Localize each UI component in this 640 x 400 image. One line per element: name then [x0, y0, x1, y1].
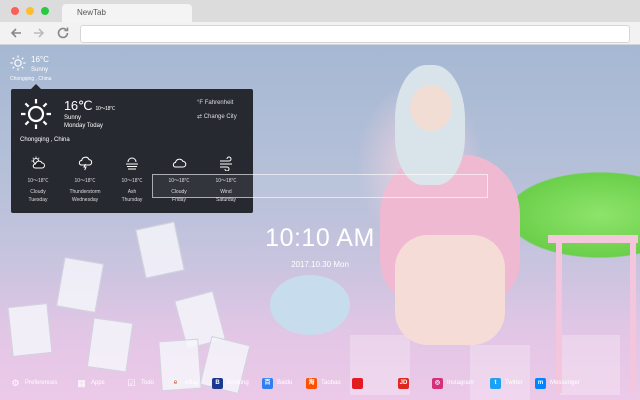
forecast-range: 10～18℃ — [74, 178, 96, 184]
current-temperature: 16°C — [31, 55, 49, 64]
jd-icon: JD — [398, 378, 409, 389]
dock-item-label: Instagram — [447, 380, 474, 386]
forecast-day-name: Wednesday — [71, 197, 99, 203]
search-input[interactable] — [152, 174, 488, 198]
current-location: Chongqing , China — [10, 76, 52, 82]
wind-icon — [220, 156, 232, 171]
arrow-left-icon — [10, 28, 21, 38]
forecast-day: 10～18℃ Cloudy Tuesday — [18, 155, 58, 203]
change-city-link[interactable]: ⇄ Change City — [197, 113, 237, 120]
sun-icon — [21, 99, 51, 129]
plush-toy — [270, 275, 350, 335]
apps-grid-icon: ▦ — [77, 378, 86, 388]
ebay-icon: e — [170, 378, 181, 389]
cloudy-day-icon — [31, 156, 45, 169]
forecast-condition: Ash — [127, 189, 137, 195]
browser-titlebar: NewTab — [0, 0, 640, 23]
address-bar[interactable] — [80, 25, 630, 43]
dock-item-label: Todo — [141, 380, 155, 386]
gear-icon: ⚙ — [11, 378, 20, 388]
forecast-day: 10～18℃ Thunderstorm Wednesday — [65, 155, 105, 203]
arrow-right-icon — [34, 28, 45, 38]
dock-item-label: eBay — [185, 380, 199, 386]
forecast-condition: Cloudy — [30, 189, 46, 195]
panel-temp-range: 10～18℃ — [95, 106, 115, 112]
dock-item-label: Messenger — [550, 380, 580, 386]
clock-date: 2017.10.30 Mon — [291, 260, 349, 269]
dock-item-label: Booking — [227, 380, 249, 386]
browser-toolbar — [0, 22, 640, 45]
dock-item-label: Apps — [91, 380, 105, 386]
figure-face — [410, 85, 452, 131]
forecast-range: 10～18℃ — [121, 178, 143, 184]
forecast-condition: Thunderstorm — [69, 189, 101, 195]
dock-item-label: Baidu — [277, 380, 293, 386]
popup-caret — [31, 84, 41, 89]
panel-day: Monday Today — [64, 123, 103, 129]
maximize-window-button[interactable] — [41, 7, 49, 15]
dock-item-label: Taobao — [321, 380, 341, 386]
panel-temperature: 16℃ 10～18℃ — [64, 98, 115, 114]
panel-temp-value: 16℃ — [64, 98, 93, 113]
fahrenheit-toggle[interactable]: °F Fahrenheit — [197, 100, 233, 106]
forecast-day-name: Tuesday — [28, 197, 48, 203]
sun-icon — [10, 55, 26, 71]
photo-card — [86, 317, 134, 373]
twitter-icon: t — [490, 378, 501, 389]
red-app-icon — [352, 378, 363, 389]
forecast-day: 10～18℃ Ash Thursday — [112, 155, 152, 203]
current-condition: Sunny — [31, 67, 49, 73]
ash-icon — [126, 157, 138, 170]
booking-icon: B — [212, 378, 223, 389]
todo-icon: ☑ — [127, 378, 136, 388]
dock-item-label: Preferences — [25, 380, 58, 386]
baidu-icon: 百 — [262, 378, 273, 389]
close-window-button[interactable] — [11, 7, 19, 15]
bottom-dock: ⚙ Preferences ▦ Apps ☑ Todo e eBay B Booking 百 Baid… — [0, 371, 640, 397]
panel-condition: Sunny — [64, 115, 82, 121]
forecast-range: 10～18℃ — [27, 178, 49, 184]
browser-tab[interactable]: NewTab — [62, 4, 192, 22]
thunderstorm-icon — [78, 156, 93, 171]
minimize-window-button[interactable] — [26, 7, 34, 15]
panel-location: Chongqing , China — [20, 137, 70, 143]
messenger-icon: m — [535, 378, 546, 389]
forecast-day-name: Thursday — [121, 197, 143, 203]
forward-button[interactable] — [31, 25, 47, 41]
taobao-icon: 淘 — [306, 378, 317, 389]
reload-button[interactable] — [55, 25, 71, 41]
clock-time: 10:10 AM — [265, 224, 375, 252]
photo-card — [7, 303, 53, 357]
instagram-icon: ◎ — [432, 378, 443, 389]
reload-icon — [57, 27, 69, 39]
back-button[interactable] — [8, 25, 24, 41]
dock-item-label: Twitter — [505, 380, 523, 386]
cloud-icon — [172, 158, 187, 168]
weather-widget[interactable]: 16°C Sunny Chongqing , China — [8, 53, 68, 85]
tab-title: NewTab — [77, 8, 106, 17]
